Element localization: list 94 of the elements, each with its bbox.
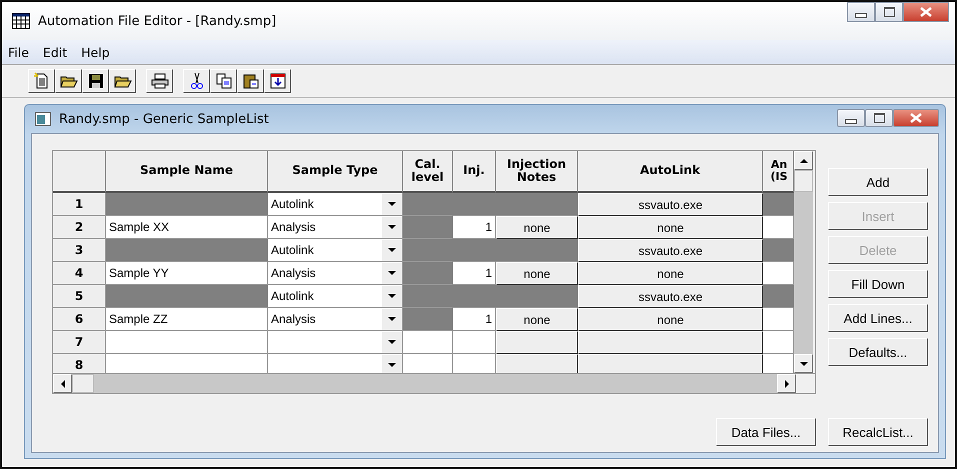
table-cell[interactable] bbox=[763, 285, 794, 308]
autolink-button[interactable]: none bbox=[578, 262, 763, 285]
new-file-icon[interactable] bbox=[28, 69, 55, 93]
dropdown-field[interactable]: Autolink bbox=[268, 193, 403, 216]
row-header[interactable]: 5 bbox=[53, 285, 106, 308]
table-cell[interactable]: 1 bbox=[453, 308, 496, 331]
notes-button[interactable]: none bbox=[496, 216, 578, 239]
dropdown-field[interactable]: Autolink bbox=[268, 285, 403, 308]
column-header[interactable]: Inj. bbox=[453, 151, 496, 193]
folder-icon[interactable] bbox=[109, 69, 136, 93]
dropdown-field[interactable] bbox=[268, 354, 403, 373]
table-icon[interactable] bbox=[264, 69, 291, 93]
notes-button[interactable]: none bbox=[496, 262, 578, 285]
save-icon[interactable] bbox=[82, 69, 109, 93]
autolink-button[interactable]: ssvauto.exe bbox=[578, 193, 763, 216]
close-button[interactable] bbox=[903, 2, 949, 22]
table-cell[interactable] bbox=[106, 354, 268, 373]
column-header[interactable]: Sample Type bbox=[268, 151, 403, 193]
maximize-button[interactable] bbox=[865, 109, 893, 127]
side-button[interactable]: Add bbox=[828, 168, 928, 196]
scissors-icon[interactable] bbox=[183, 69, 210, 93]
table-cell[interactable] bbox=[453, 331, 496, 354]
table-cell[interactable] bbox=[403, 193, 453, 216]
side-button[interactable]: Defaults... bbox=[828, 338, 928, 366]
table-cell[interactable] bbox=[763, 193, 794, 216]
table-cell[interactable] bbox=[403, 285, 453, 308]
table-cell[interactable] bbox=[763, 216, 794, 239]
window-icon bbox=[35, 112, 51, 126]
table-cell[interactable] bbox=[763, 262, 794, 285]
autolink-button[interactable]: none bbox=[578, 308, 763, 331]
table-cell[interactable]: Sample XX bbox=[106, 216, 268, 239]
close-button[interactable] bbox=[893, 109, 939, 127]
dropdown-field[interactable] bbox=[268, 331, 403, 354]
clipboard-icon[interactable] bbox=[237, 69, 264, 93]
close-icon bbox=[920, 7, 932, 17]
table-cell[interactable] bbox=[403, 262, 453, 285]
table-cell[interactable]: 1 bbox=[453, 262, 496, 285]
table-cell[interactable] bbox=[403, 354, 453, 373]
dropdown-field[interactable]: Analysis bbox=[268, 262, 403, 285]
dropdown-field[interactable]: Analysis bbox=[268, 308, 403, 331]
row-header[interactable]: 4 bbox=[53, 262, 106, 285]
window-title: Automation File Editor - [Randy.smp] bbox=[38, 14, 276, 28]
vertical-scrollbar[interactable] bbox=[794, 151, 813, 373]
row-header[interactable]: 6 bbox=[53, 308, 106, 331]
autolink-button[interactable]: ssvauto.exe bbox=[578, 239, 763, 262]
table-cell[interactable] bbox=[403, 308, 453, 331]
table-cell[interactable] bbox=[403, 331, 453, 354]
table-cell[interactable] bbox=[403, 216, 453, 239]
column-header[interactable]: Cal. level bbox=[403, 151, 453, 193]
folder-icon[interactable] bbox=[55, 69, 82, 93]
table-cell[interactable] bbox=[106, 331, 268, 354]
row-header[interactable]: 1 bbox=[53, 193, 106, 216]
table-cell[interactable] bbox=[106, 239, 268, 262]
column-header[interactable]: Sample Name bbox=[106, 151, 268, 193]
dialog-button[interactable]: Data Files... bbox=[716, 418, 816, 446]
table-cell[interactable] bbox=[403, 239, 453, 262]
table-cell[interactable] bbox=[106, 193, 268, 216]
maximize-button[interactable] bbox=[875, 2, 903, 22]
side-button[interactable]: Add Lines... bbox=[828, 304, 928, 332]
grid-icon bbox=[12, 13, 30, 29]
printer-icon[interactable] bbox=[146, 69, 173, 93]
minimize-button[interactable] bbox=[847, 2, 875, 22]
column-header[interactable]: Injection Notes bbox=[496, 151, 578, 193]
autolink-button[interactable]: none bbox=[578, 216, 763, 239]
copy-icon[interactable] bbox=[210, 69, 237, 93]
dropdown-field[interactable]: Autolink bbox=[268, 239, 403, 262]
dropdown-field[interactable]: Analysis bbox=[268, 216, 403, 239]
row-header[interactable]: 7 bbox=[53, 331, 106, 354]
menu-item[interactable]: Help bbox=[81, 44, 110, 60]
table-cell[interactable] bbox=[763, 308, 794, 331]
table-cell[interactable] bbox=[763, 354, 794, 373]
table-cell[interactable]: Sample YY bbox=[106, 262, 268, 285]
column-header[interactable]: AutoLink bbox=[578, 151, 763, 193]
table-cell[interactable] bbox=[763, 239, 794, 262]
menu-item[interactable]: Edit bbox=[42, 44, 68, 60]
minimize-button[interactable] bbox=[837, 109, 865, 127]
side-button[interactable]: Fill Down bbox=[828, 270, 928, 298]
notes-button[interactable]: none bbox=[496, 308, 578, 331]
menu-item[interactable]: File bbox=[8, 44, 29, 60]
child-window-title: Randy.smp - Generic SampleList bbox=[59, 112, 269, 126]
table-cell[interactable]: Sample ZZ bbox=[106, 308, 268, 331]
table-cell[interactable] bbox=[453, 354, 496, 373]
close-icon bbox=[910, 113, 922, 123]
autolink-button[interactable]: ssvauto.exe bbox=[578, 285, 763, 308]
autolink-button[interactable] bbox=[578, 331, 763, 354]
table-cell[interactable]: 1 bbox=[453, 216, 496, 239]
horizontal-scrollbar[interactable] bbox=[53, 373, 815, 393]
column-header[interactable]: An (IS bbox=[763, 151, 794, 193]
table-cell[interactable] bbox=[763, 331, 794, 354]
dialog-button[interactable]: RecalcList... bbox=[828, 418, 928, 446]
notes-button[interactable] bbox=[496, 331, 578, 354]
table-cell[interactable] bbox=[106, 285, 268, 308]
row-header[interactable]: 3 bbox=[53, 239, 106, 262]
row-header[interactable]: 2 bbox=[53, 216, 106, 239]
